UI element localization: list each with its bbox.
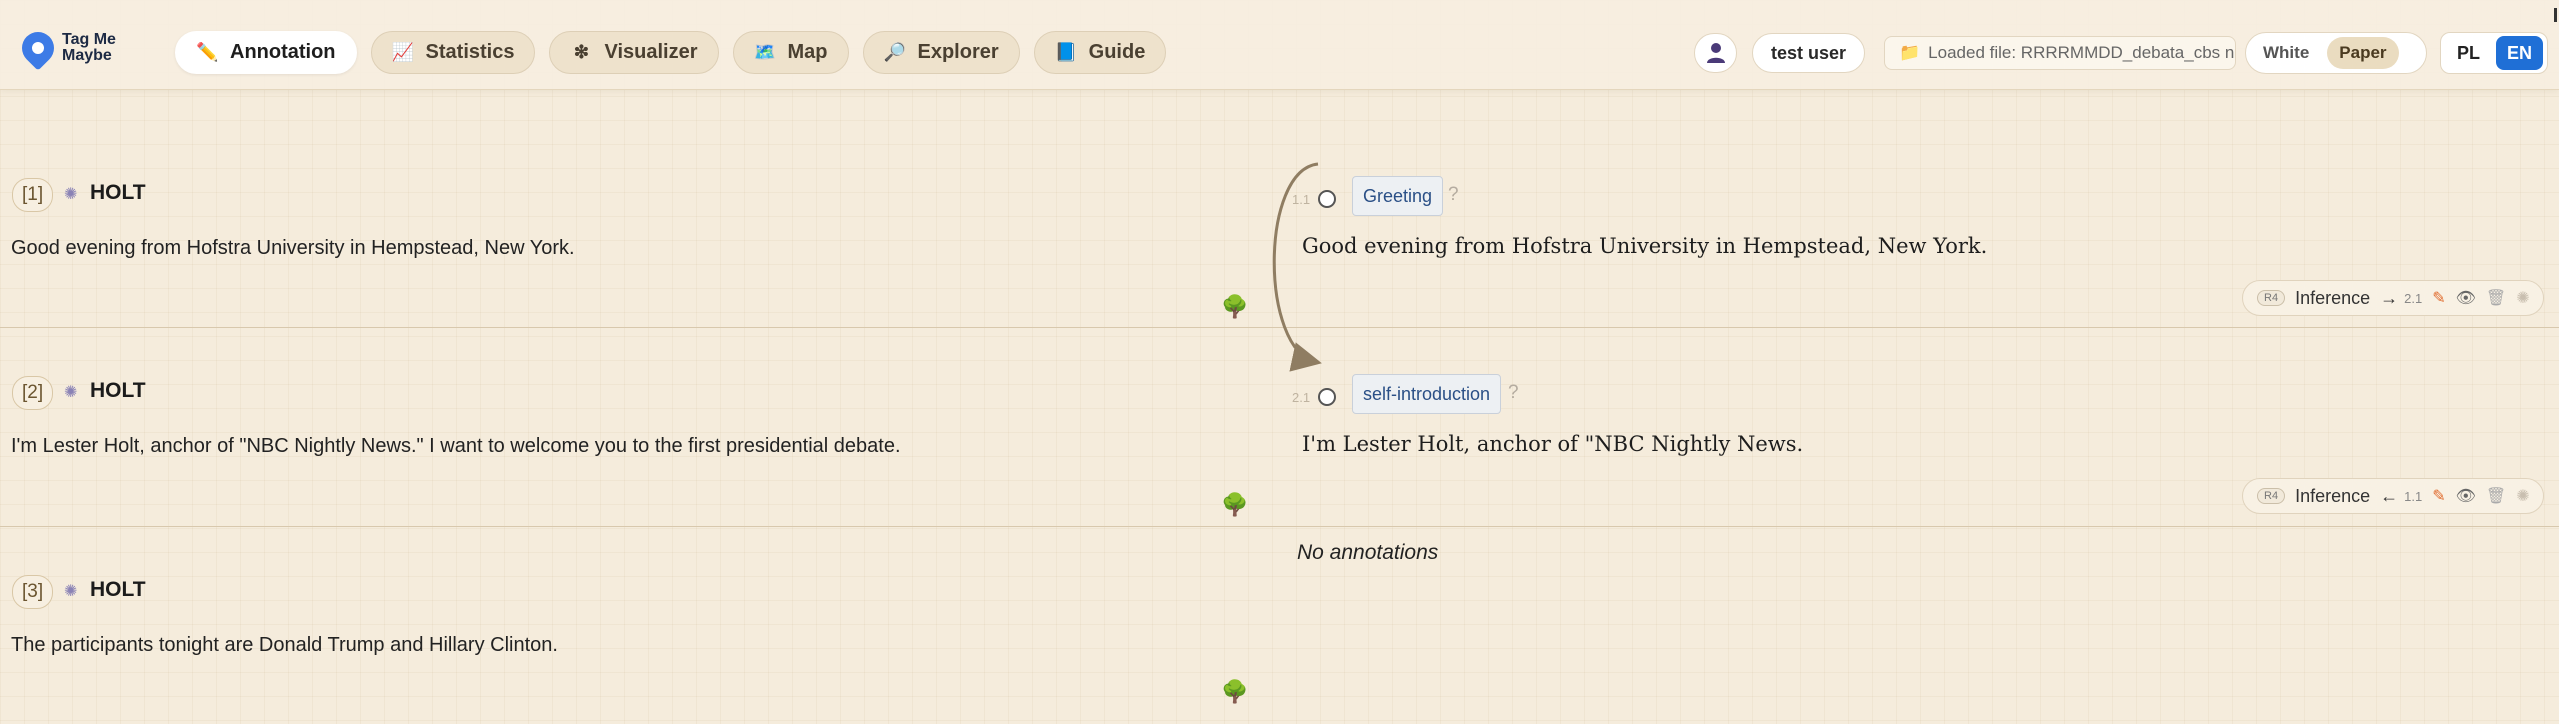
relation-pill: R4 Inference ← 1.1 ✎ 👁 🗑 ✺ — [2242, 478, 2544, 514]
theme-white[interactable]: White — [2251, 37, 2321, 69]
segment-node[interactable] — [1318, 388, 1336, 406]
main-nav: ✏️ Annotation 📈 Statistics ❇ Visualizer … — [175, 31, 1167, 74]
relation-target: 1.1 — [2404, 488, 2423, 504]
sparkle-icon: ❇ — [573, 42, 590, 62]
relation-arc[interactable] — [1240, 150, 1340, 380]
magnifier-icon: 🔎 — [883, 42, 906, 62]
nav-guide[interactable]: 📘 Guide — [1033, 31, 1167, 74]
trash-icon[interactable]: 🗑 — [2486, 288, 2506, 308]
folder-icon: 📁 — [1899, 43, 1921, 62]
app-name: Tag Me Maybe — [62, 31, 116, 64]
pencil-icon[interactable]: ✎ — [2432, 486, 2445, 506]
top-bar: Tag Me Maybe ✏️ Annotation 📈 Statistics … — [0, 0, 2559, 90]
nav-label: Visualizer — [604, 41, 698, 63]
gear-icon[interactable]: ✺ — [64, 382, 77, 402]
nav-label: Statistics — [425, 41, 515, 63]
gear-icon[interactable]: ✺ — [64, 581, 77, 601]
utterance-text[interactable]: The participants tonight are Donald Trum… — [11, 634, 558, 657]
theme-switcher: White Paper — [2245, 32, 2427, 74]
relation-target: 2.1 — [2404, 290, 2423, 306]
segment-text: I'm Lester Holt, anchor of "NBC Nightly … — [1302, 432, 1804, 456]
utterance-id: [3] — [12, 575, 54, 609]
user-avatar-button[interactable] — [1694, 33, 1737, 73]
utterance-text[interactable]: Good evening from Hofstra University in … — [11, 237, 575, 260]
relation-badge: R4 — [2257, 290, 2286, 306]
nav-annotation[interactable]: ✏️ Annotation — [175, 31, 357, 74]
window-edge-marker — [2554, 8, 2557, 22]
segment-text: Good evening from Hofstra University in … — [1302, 234, 1988, 258]
nav-map[interactable]: 🗺️ Map — [732, 31, 849, 74]
segment-tag[interactable]: Greeting — [1352, 176, 1444, 216]
relation-pill: R4 Inference → 2.1 ✎ 👁 🗑 ✺ — [2242, 280, 2544, 316]
chart-icon: 📈 — [391, 42, 414, 62]
tag-help-icon[interactable]: ? — [1508, 382, 1519, 404]
utterance-row: [3] ✺ HOLT The participants tonight are … — [0, 527, 2559, 724]
relation-label: Inference — [2295, 287, 2371, 308]
nav-label: Explorer — [917, 41, 999, 63]
node-number: 2.1 — [1292, 390, 1311, 405]
loaded-file-label: Loaded file: RRRRMMDD_debata_cbs n — [1928, 43, 2235, 62]
eye-icon[interactable]: 👁 — [2456, 486, 2476, 506]
user-icon — [1706, 43, 1725, 63]
location-pin-icon — [15, 25, 61, 71]
segment-tag[interactable]: self-introduction — [1352, 374, 1502, 414]
utterance-id: [1] — [12, 178, 54, 212]
theme-paper[interactable]: Paper — [2327, 37, 2399, 69]
tree-icon[interactable]: 🌳 — [1221, 679, 1248, 705]
arrow-left-icon: ← — [2380, 485, 2399, 506]
map-icon: 🗺️ — [753, 42, 776, 62]
gear-icon[interactable]: ✺ — [2516, 486, 2529, 506]
tag-help-icon[interactable]: ? — [1448, 184, 1459, 206]
utterance-id: [2] — [12, 376, 54, 410]
speaker-name: HOLT — [90, 379, 146, 402]
nav-label: Annotation — [230, 41, 336, 63]
language-switcher: PL EN — [2440, 32, 2548, 74]
user-name-button[interactable]: test user — [1752, 33, 1866, 73]
pencil-icon[interactable]: ✎ — [2432, 288, 2445, 308]
gear-icon[interactable]: ✺ — [64, 184, 77, 204]
utterance-text[interactable]: I'm Lester Holt, anchor of "NBC Nightly … — [11, 435, 901, 458]
arrow-right-icon: → — [2380, 287, 2399, 308]
nav-label: Guide — [1088, 41, 1146, 63]
speaker-name: HOLT — [90, 181, 146, 204]
loaded-file-indicator[interactable]: 📁 Loaded file: RRRRMMDD_debata_cbs n — [1884, 36, 2236, 70]
eye-icon[interactable]: 👁 — [2456, 288, 2476, 308]
lang-pl[interactable]: PL — [2445, 36, 2492, 70]
relation-badge: R4 — [2257, 488, 2286, 504]
lang-en[interactable]: EN — [2496, 36, 2543, 70]
nav-statistics[interactable]: 📈 Statistics — [370, 31, 536, 74]
gear-icon[interactable]: ✺ — [2516, 288, 2529, 308]
pencil-icon: ✏️ — [196, 42, 219, 62]
book-icon: 📘 — [1054, 42, 1078, 62]
nav-explorer[interactable]: 🔎 Explorer — [862, 31, 1020, 74]
relation-label: Inference — [2295, 485, 2371, 506]
tree-icon[interactable]: 🌳 — [1221, 492, 1248, 518]
nav-label: Map — [787, 41, 828, 63]
trash-icon[interactable]: 🗑 — [2486, 486, 2506, 506]
no-annotations-label: No annotations — [1297, 541, 1439, 564]
nav-visualizer[interactable]: ❇ Visualizer — [549, 31, 719, 74]
speaker-name: HOLT — [90, 578, 146, 601]
app-logo[interactable]: Tag Me Maybe — [15, 25, 132, 71]
